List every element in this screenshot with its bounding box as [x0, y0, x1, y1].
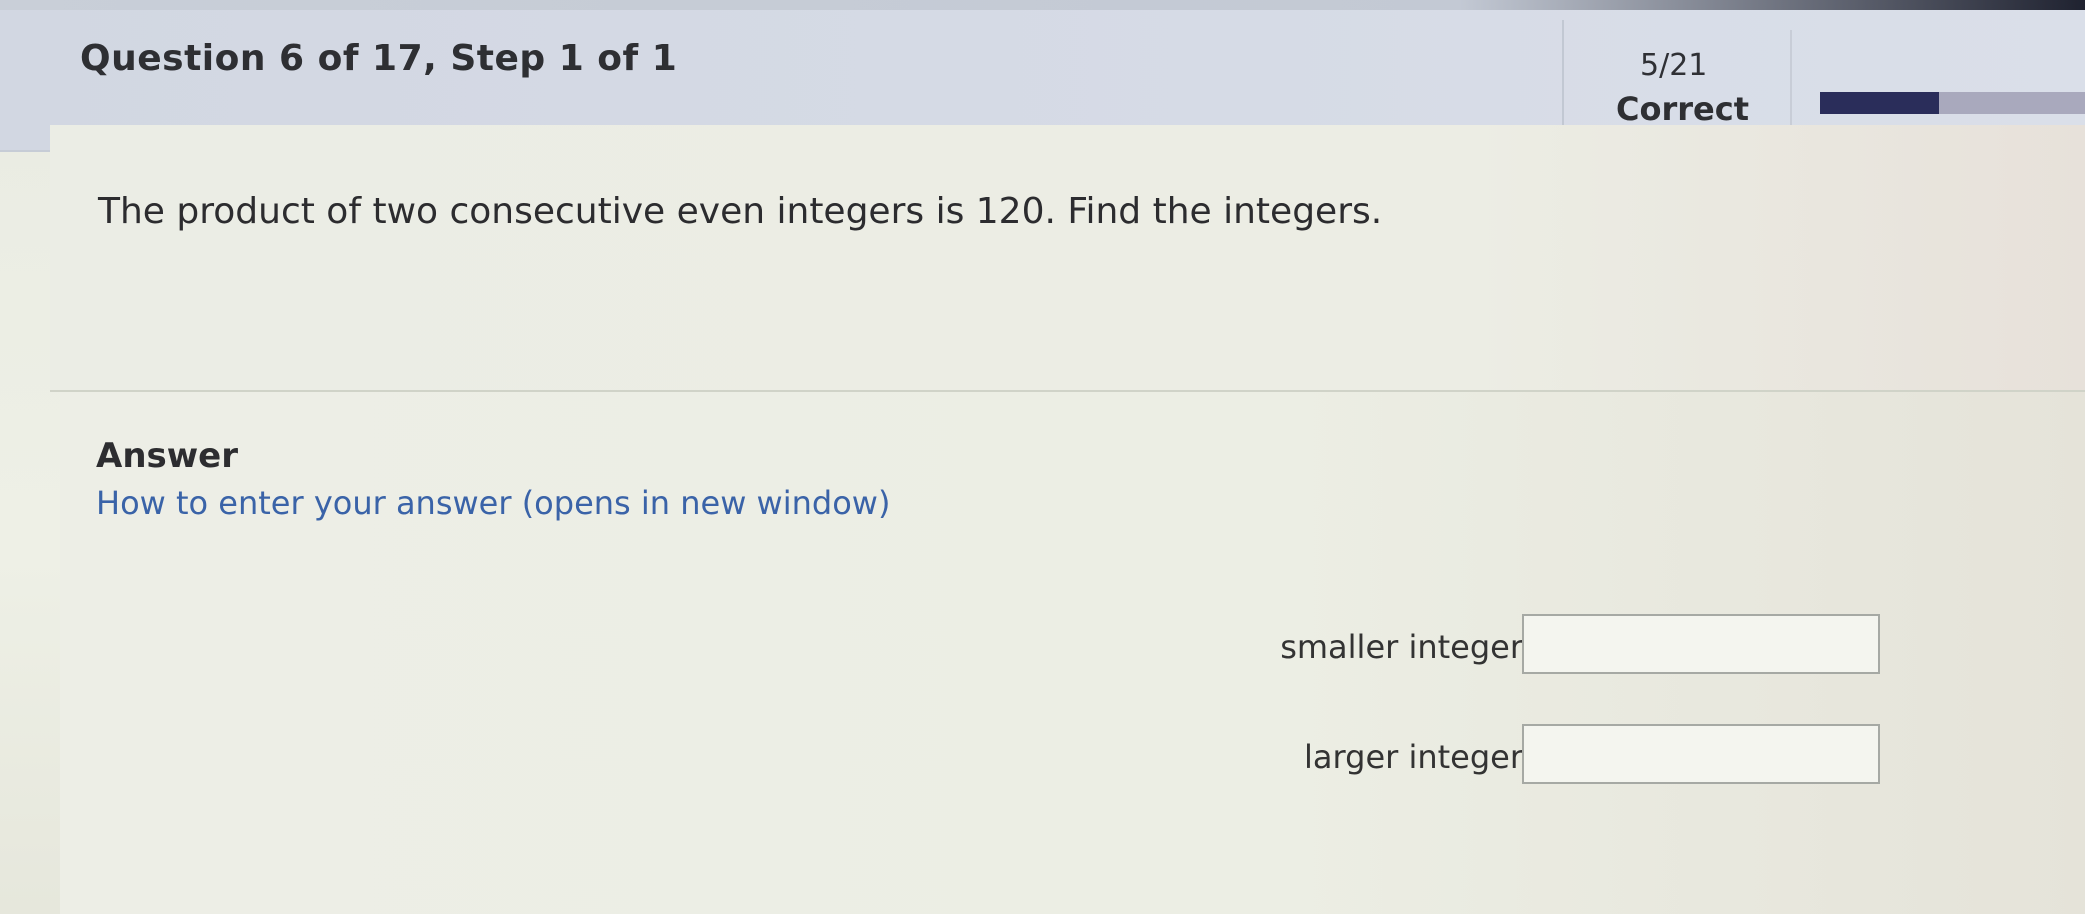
smaller-integer-input[interactable] [1522, 614, 1880, 674]
question-title: Question 6 of 17, Step 1 of 1 [80, 38, 678, 79]
answer-panel: Answer How to enter your answer (opens i… [60, 392, 2085, 914]
question-panel: The product of two consecutive even inte… [50, 125, 2085, 392]
larger-integer-input[interactable] [1522, 724, 1880, 784]
smaller-integer-label: smaller integer = [1280, 628, 1560, 666]
smaller-integer-row: smaller integer = [60, 614, 1880, 680]
page: Question 6 of 17, Step 1 of 1 5/21 Corre… [0, 0, 2085, 914]
score-counter: 5/21 [1640, 48, 1708, 83]
status-label: Correct [1616, 90, 1749, 128]
progress-bar-fill [1820, 92, 1940, 114]
progress-bar [1820, 92, 2085, 114]
help-link[interactable]: How to enter your answer (opens in new w… [96, 484, 890, 522]
question-prompt: The product of two consecutive even inte… [98, 191, 1383, 232]
answer-heading: Answer [96, 436, 238, 476]
larger-integer-row: larger integer = [60, 724, 1880, 790]
